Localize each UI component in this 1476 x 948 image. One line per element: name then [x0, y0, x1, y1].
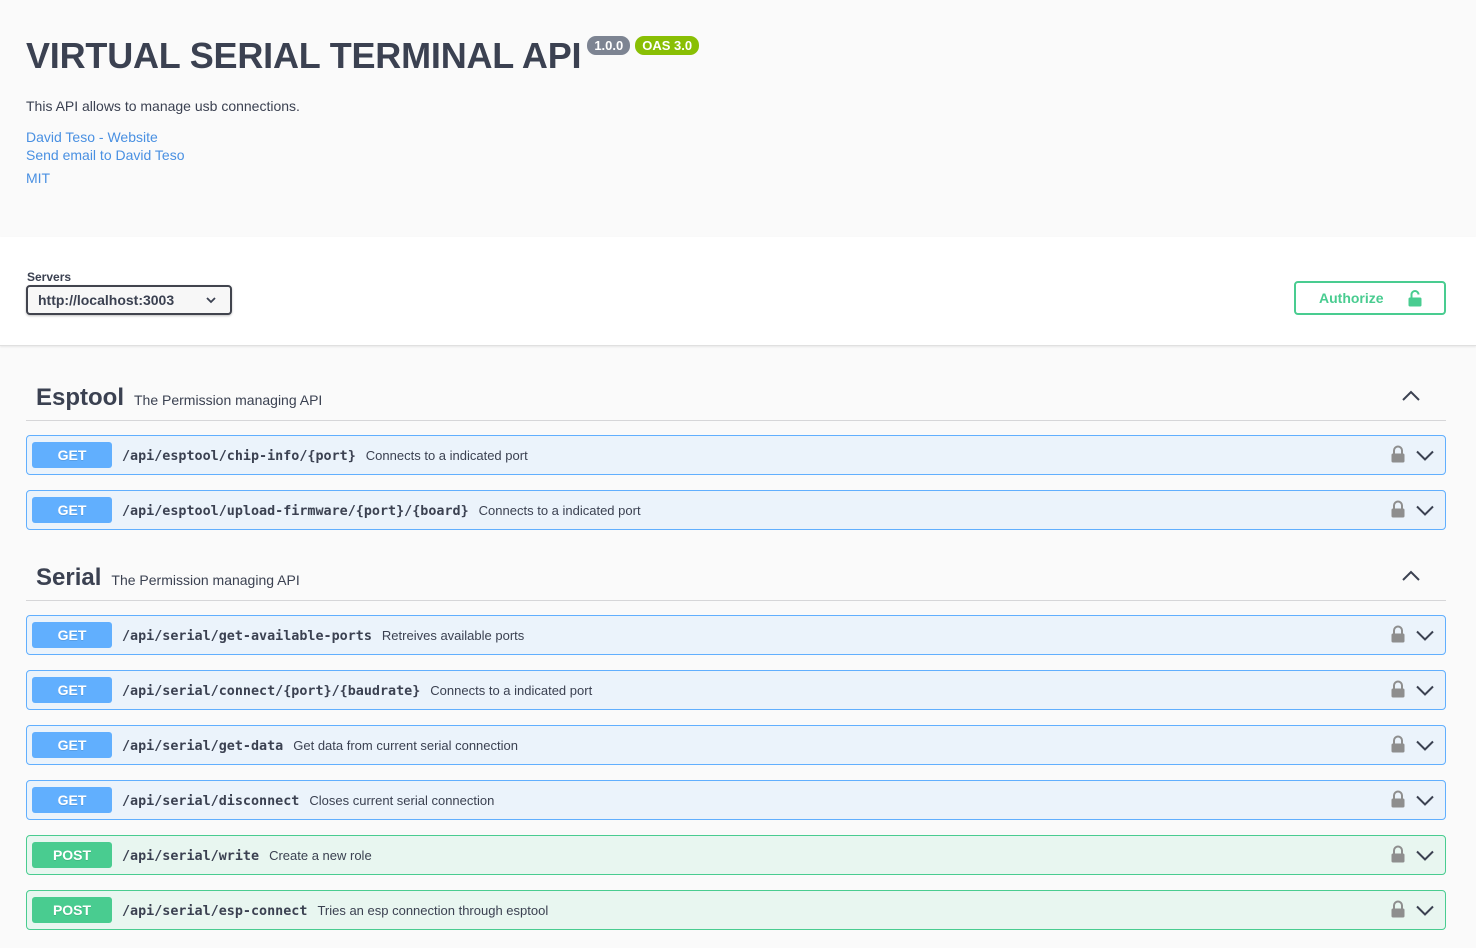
api-description: This API allows to manage usb connection…: [26, 98, 300, 114]
chevron-down-icon[interactable]: [1416, 740, 1434, 751]
path-text: /api/serial/get-data: [122, 739, 284, 754]
operation-path: /api/serial/get-data Get data from curren…: [122, 738, 518, 754]
operation-post[interactable]: POST/api/serial/write Create a new role: [26, 835, 1446, 875]
operation-summary: Get data from current serial connection: [293, 738, 518, 753]
path-text: /api/serial/write: [122, 849, 260, 864]
lock-icon[interactable]: [1390, 790, 1406, 808]
path-text: /api/esptool/upload-firmware/{port}/{boa…: [122, 504, 469, 519]
operation-summary: Connects to a indicated port: [365, 448, 528, 463]
chevron-down-icon[interactable]: [1416, 795, 1434, 806]
operation-path: /api/esptool/chip-info/{port} Connects to…: [122, 448, 528, 464]
chevron-down-icon[interactable]: [1416, 450, 1434, 461]
tag-name: Serial: [36, 564, 102, 591]
lock-icon[interactable]: [1390, 500, 1406, 518]
license-link[interactable]: MIT: [26, 170, 50, 186]
method-badge: GET: [32, 622, 112, 648]
path-text: /api/esptool/chip-info/{port}: [122, 449, 356, 464]
method-badge: GET: [32, 497, 112, 523]
title-row: VIRTUAL SERIAL TERMINAL API 1.0.0 OAS 3.…: [26, 35, 700, 76]
method-badge: POST: [32, 842, 112, 868]
method-badge: GET: [32, 787, 112, 813]
oas-badge: OAS 3.0: [635, 36, 700, 55]
operation-path: /api/serial/get-available-ports Retreives…: [122, 628, 524, 644]
api-info-section: VIRTUAL SERIAL TERMINAL API 1.0.0 OAS 3.…: [0, 0, 1476, 237]
chevron-down-icon[interactable]: [1416, 905, 1434, 916]
tag-name: Esptool: [36, 384, 124, 411]
lock-icon[interactable]: [1390, 625, 1406, 643]
chevron-down-icon[interactable]: [1416, 630, 1434, 641]
operation-get[interactable]: GET/api/esptool/chip-info/{port} Connects…: [26, 435, 1446, 475]
lock-icon[interactable]: [1390, 680, 1406, 698]
version-badge: 1.0.0: [587, 36, 631, 55]
operation-path: /api/serial/esp-connect Tries an esp conn…: [122, 903, 548, 919]
authorize-label: Authorize: [1319, 290, 1384, 306]
path-text: /api/serial/get-available-ports: [122, 629, 372, 644]
servers-selected-value: http://localhost:3003: [38, 292, 175, 308]
path-text: /api/serial/connect/{port}/{baudrate}: [122, 684, 421, 699]
operation-get[interactable]: GET/api/serial/connect/{port}/{baudrate}…: [26, 670, 1446, 710]
lock-icon[interactable]: [1390, 900, 1406, 918]
chevron-down-icon[interactable]: [1416, 505, 1434, 516]
operation-path: /api/esptool/upload-firmware/{port}/{boa…: [122, 503, 641, 519]
authorize-button[interactable]: Authorize: [1294, 281, 1446, 315]
lock-icon[interactable]: [1390, 445, 1406, 463]
operation-summary: Create a new role: [269, 848, 372, 863]
method-badge: GET: [32, 677, 112, 703]
servers-select[interactable]: http://localhost:3003: [26, 285, 232, 315]
operation-summary: Connects to a indicated port: [478, 503, 641, 518]
operation-get[interactable]: GET/api/serial/get-available-ports Retrei…: [26, 615, 1446, 655]
unlock-icon: [1408, 290, 1422, 307]
operation-path: /api/serial/connect/{port}/{baudrate} Con…: [122, 683, 592, 699]
method-badge: GET: [32, 732, 112, 758]
operation-get[interactable]: GET/api/esptool/upload-firmware/{port}/{…: [26, 490, 1446, 530]
chevron-down-icon[interactable]: [1416, 685, 1434, 696]
servers-label: Servers: [27, 270, 72, 284]
method-badge: POST: [32, 897, 112, 923]
operation-summary: Closes current serial connection: [309, 793, 495, 808]
chevron-up-icon[interactable]: [1402, 390, 1420, 402]
tag-description: The Permission managing API: [134, 392, 323, 408]
method-badge: GET: [32, 442, 112, 468]
tag-section-esptool[interactable]: Esptool The Permission managing API: [26, 371, 1446, 421]
operation-summary: Tries an esp connection through esptool: [317, 903, 549, 918]
chevron-down-icon[interactable]: [1416, 850, 1434, 861]
contact-email-link[interactable]: Send email to David Teso: [26, 147, 185, 163]
api-title: VIRTUAL SERIAL TERMINAL API: [26, 35, 582, 76]
operation-summary: Connects to a indicated port: [430, 683, 593, 698]
tag-description: The Permission managing API: [111, 572, 300, 588]
path-text: /api/serial/disconnect: [122, 794, 300, 809]
chevron-up-icon[interactable]: [1402, 570, 1420, 582]
lock-icon[interactable]: [1390, 735, 1406, 753]
contact-website-link[interactable]: David Teso - Website: [26, 129, 158, 145]
operation-get[interactable]: GET/api/serial/get-data Get data from cur…: [26, 725, 1446, 765]
operation-path: /api/serial/disconnect Closes current ser…: [122, 793, 494, 809]
lock-icon[interactable]: [1390, 845, 1406, 863]
scheme-container: Servers http://localhost:3003 Authorize: [0, 237, 1476, 346]
path-text: /api/serial/esp-connect: [122, 904, 308, 919]
tag-section-serial[interactable]: Serial The Permission managing API: [26, 551, 1446, 601]
operation-path: /api/serial/write Create a new role: [122, 848, 372, 864]
operation-summary: Retreives available ports: [381, 628, 525, 643]
chevron-down-icon: [206, 297, 216, 304]
operation-post[interactable]: POST/api/serial/esp-connect Tries an esp …: [26, 890, 1446, 930]
operation-get[interactable]: GET/api/serial/disconnect Closes current …: [26, 780, 1446, 820]
